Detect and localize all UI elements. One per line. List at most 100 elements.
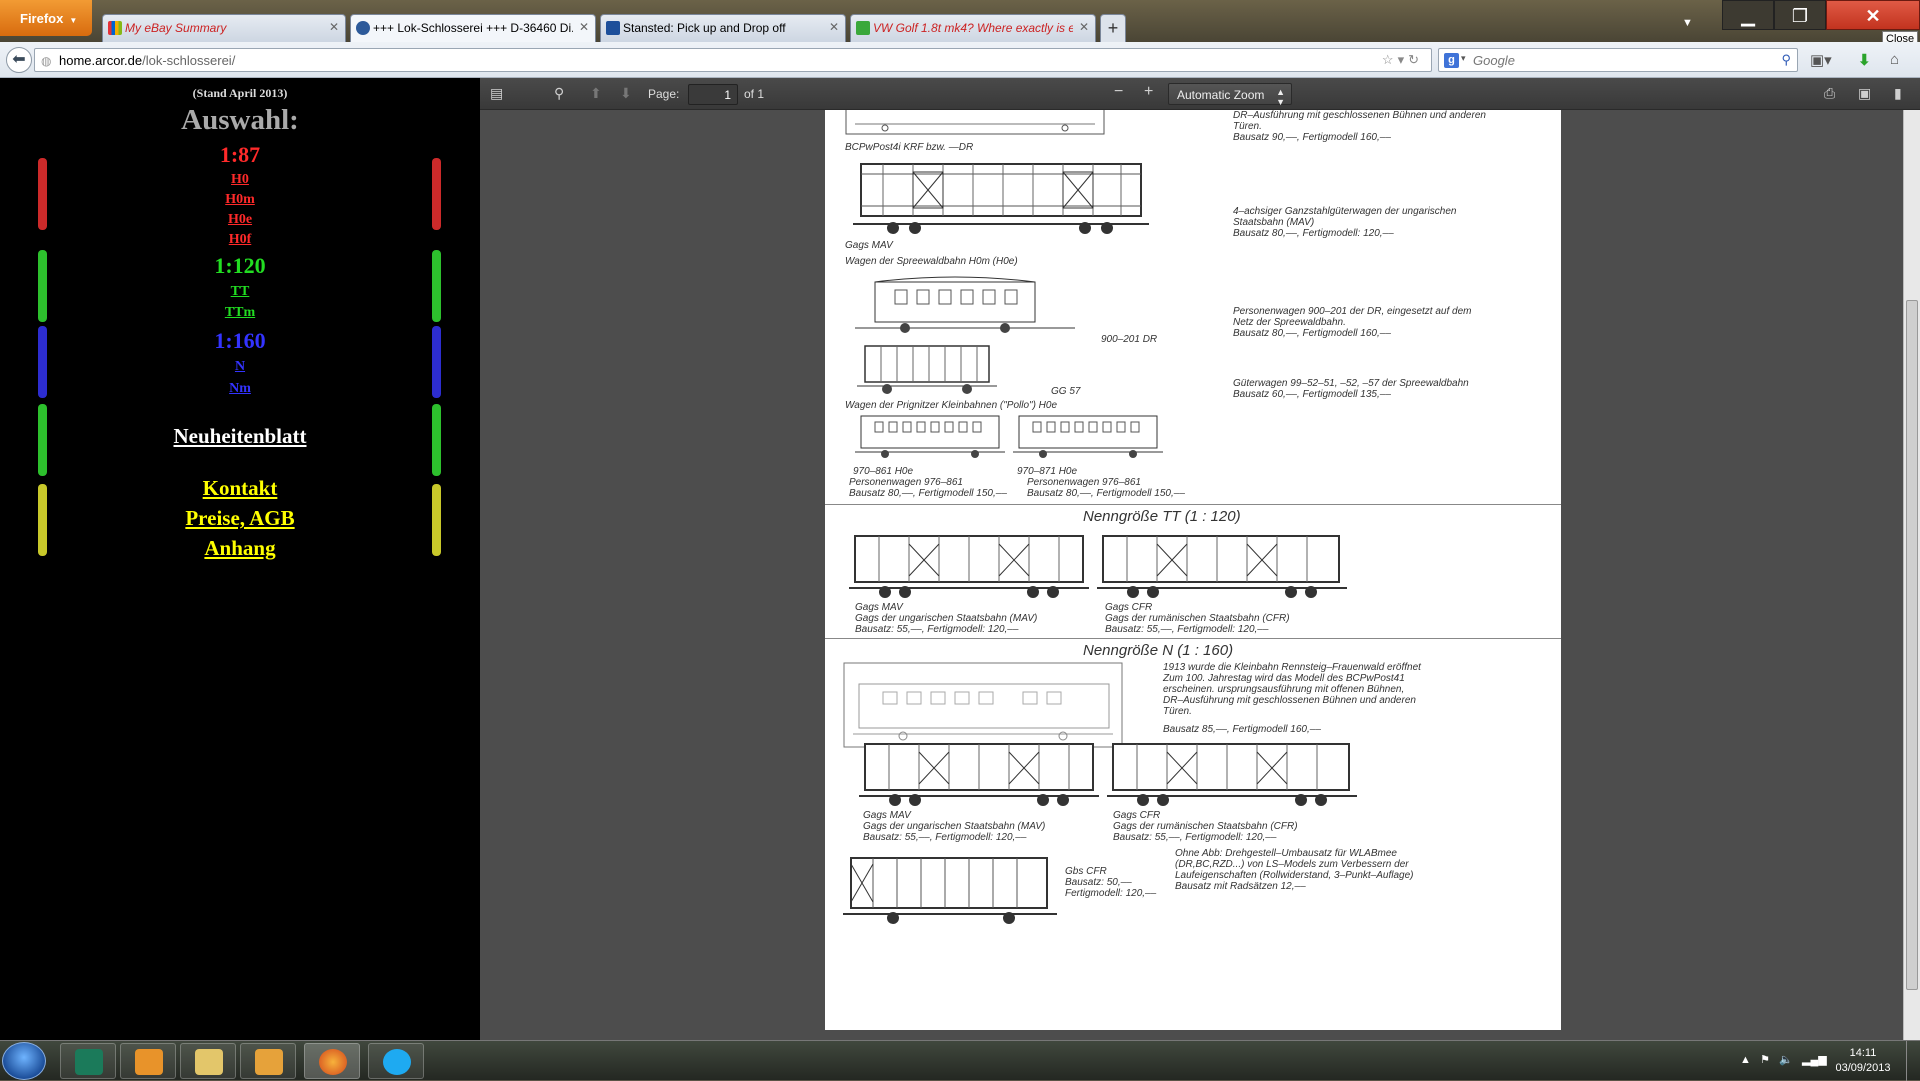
network-signal-icon[interactable]: ▂▄▆ [1802,1054,1827,1066]
taskbar-app-outlook[interactable] [240,1043,296,1079]
tab-ebay[interactable]: My eBay Summary ✕ [102,14,346,42]
search-icon[interactable]: ⚲ [1781,52,1791,68]
firefox-menu-label: Firefox [20,11,64,26]
zoom-out-icon[interactable]: − [1114,83,1123,101]
download-icon[interactable]: ▣ [1858,85,1871,102]
close-tab-icon[interactable]: ✕ [579,20,589,34]
clock-date: 03/09/2013 [1835,1062,1891,1074]
start-button[interactable] [2,1042,46,1080]
new-tab-button[interactable]: + [1100,14,1126,42]
caption: Personenwagen 976–861 [849,477,963,488]
tab-lok-schlosserei[interactable]: +++ Lok-Schlosserei +++ D-36460 Di... ✕ [350,14,596,42]
close-tab-icon[interactable]: ✕ [329,20,339,34]
caption: Fertigmodell: 120,–– [1065,888,1157,899]
maximize-button[interactable]: ❐ [1774,0,1826,30]
bookmark-star-icon[interactable]: ☆ [1382,52,1398,67]
plane-favicon-icon [606,21,620,35]
scrollbar-thumb[interactable] [1906,300,1918,990]
link-neuheitenblatt[interactable]: Neuheitenblatt [0,424,480,449]
link-h0m[interactable]: H0m [0,192,480,208]
volume-icon[interactable]: 🔈 [1779,1054,1793,1066]
previous-page-icon[interactable]: ⬆ [590,85,602,102]
vertical-scrollbar[interactable] [1903,110,1920,1040]
link-anhang[interactable]: Anhang [0,536,480,561]
link-tt[interactable]: TT [0,284,480,300]
close-window-button[interactable]: ✕ [1826,0,1920,30]
caption: Gags MAV [845,240,893,251]
caption: Gags CFR [1105,602,1153,613]
taskbar-app-access[interactable] [60,1043,116,1079]
caption: Bausatz 80,––, Fertigmodell 150,–– [849,488,1007,499]
url-bar[interactable]: ◍ home.arcor.de/lok-schlosserei/ ☆▾↻ [34,48,1432,72]
download-arrow-icon[interactable]: ⬇ [1858,51,1871,69]
access-app-icon [75,1049,103,1075]
home-icon[interactable]: ⌂ [1890,51,1899,68]
link-n[interactable]: N [0,359,480,375]
reload-icon[interactable]: ↻ [1408,52,1423,67]
link-h0e[interactable]: H0e [0,212,480,228]
link-h0f[interactable]: H0f [0,232,480,248]
taskbar-app-firefox[interactable] [304,1043,360,1079]
select-arrows-icon: ▲ ▼ [1276,87,1285,107]
link-h0[interactable]: H0 [0,172,480,188]
minimize-button[interactable]: ▁ [1722,0,1774,30]
tab-vw-golf[interactable]: VW Golf 1.8t mk4? Where exactly is en...… [850,14,1096,42]
tab-title: VW Golf 1.8t mk4? Where exactly is en... [873,21,1073,35]
caption: Gags CFR [1113,810,1161,821]
flag-icon[interactable]: ⚑ [1760,1054,1770,1066]
bookmark-icon[interactable]: ▮ [1894,85,1902,102]
chevron-down-icon: ▼ [69,16,78,25]
caption: Netz der Spreewaldbahn. [1233,317,1346,328]
close-tab-icon[interactable]: ✕ [1079,20,1089,34]
tab-title: My eBay Summary [125,21,227,35]
sidebar-toggle-icon[interactable]: ▤ [490,85,503,102]
bookmarks-menu-icon[interactable]: ▣▾ [1810,51,1832,69]
caption: Güterwagen 99–52–51, –52, –57 der Spreew… [1233,378,1469,389]
link-ttm[interactable]: TTm [0,305,480,321]
list-all-tabs-icon[interactable]: ▼ [1682,17,1693,29]
taskbar-app-explorer[interactable] [180,1043,236,1079]
taskbar-app-skype[interactable] [368,1043,424,1079]
caption: Bausatz: 55,––, Fertigmodell: 120,–– [1105,624,1269,635]
link-preise-agb[interactable]: Preise, AGB [0,506,480,531]
taskbar-clock[interactable]: 14:11 03/09/2013 [1828,1046,1898,1076]
close-tab-icon[interactable]: ✕ [829,20,839,34]
link-kontakt[interactable]: Kontakt [0,476,480,501]
history-dropdown-icon[interactable]: ▾ [1398,52,1409,67]
next-page-icon[interactable]: ⬇ [620,85,632,102]
caption: Personenwagen 900–201 der DR, eingesetzt… [1233,306,1472,317]
print-icon[interactable]: ⎙ [1824,85,1835,102]
scale-heading-1160: 1:160 [214,328,266,353]
windows-taskbar: ▲ ⚑ 🔈 ▂▄▆ 14:11 03/09/2013 [0,1040,1920,1081]
tt-gags-cfr-drawing [1097,535,1347,598]
google-engine-icon[interactable]: g [1444,53,1459,68]
search-bar[interactable]: g ▾ Google ⚲ [1438,48,1798,72]
section-header-n: Nenngröße N (1 : 160) [1083,642,1234,659]
pdf-viewer: ▤ ⚲ ⬆ ⬇ Page: 1 of 1 − + Automatic Zoom ▲… [480,78,1920,1040]
find-icon[interactable]: ⚲ [554,85,564,102]
caption: 1913 wurde die Kleinbahn Rennsteig–Fraue… [1163,662,1421,673]
show-hidden-icons-icon[interactable]: ▲ [1740,1054,1751,1066]
back-button[interactable]: ⬅ [6,47,32,73]
caption: 900–201 DR [1101,334,1158,345]
skype-icon [383,1049,411,1075]
taskbar-app-media-player[interactable] [120,1043,176,1079]
zoom-value: Automatic Zoom [1177,88,1265,102]
site-identity-icon[interactable]: ◍ [41,54,51,68]
caption: GG 57 [1051,386,1081,397]
prignitz-coach-970-861-drawing [855,415,1005,458]
tab-stansted[interactable]: Stansted: Pick up and Drop off ✕ [600,14,846,42]
caption: Gags der ungarischen Staatsbahn (MAV) [863,821,1046,832]
show-desktop-button[interactable] [1906,1041,1920,1081]
page-number-input[interactable]: 1 [688,84,738,105]
caption: Bausatz: 50,–– [1065,877,1132,888]
ebay-favicon-icon [108,21,122,35]
engine-dropdown-icon[interactable]: ▾ [1461,53,1466,64]
caption: Laufeigenschaften (Rollwiderstand, 3–Pun… [1175,870,1414,881]
caption: Bausatz mit Radsätzen 12,–– [1175,881,1306,892]
caption: Zum 100. Jahrestag wird das Modell des B… [1163,673,1405,684]
zoom-in-icon[interactable]: + [1144,83,1153,101]
link-nm[interactable]: Nm [0,381,480,397]
zoom-select[interactable]: Automatic Zoom ▲ ▼ [1168,83,1292,107]
firefox-menu-button[interactable]: Firefox ▼ [0,0,92,36]
